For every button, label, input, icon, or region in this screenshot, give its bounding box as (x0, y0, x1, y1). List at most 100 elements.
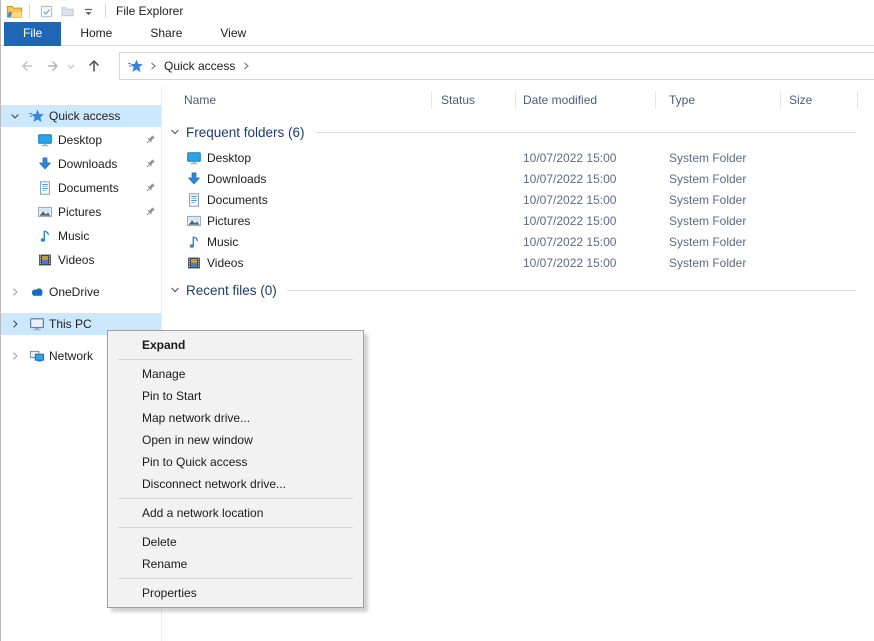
group-label: Recent files (0) (186, 283, 277, 298)
customize-quick-access-toolbar-icon[interactable] (81, 4, 96, 19)
menu-item-add-network-location[interactable]: Add a network location (110, 502, 361, 524)
sidebar-item-quick-access[interactable]: Quick access (1, 105, 161, 127)
up-button[interactable] (85, 57, 103, 75)
menu-item-manage[interactable]: Manage (110, 363, 361, 385)
file-row-desktop[interactable]: Desktop 10/07/2022 15:00 System Folder (162, 148, 874, 169)
column-separator (780, 91, 781, 109)
chevron-right-icon[interactable] (9, 286, 21, 298)
breadcrumb-chevron-icon[interactable] (148, 61, 158, 71)
downloads-icon (186, 171, 202, 187)
title-bar: File Explorer (1, 0, 874, 22)
group-header-recent-files[interactable]: Recent files (0) (169, 280, 856, 300)
file-type: System Folder (669, 151, 746, 165)
file-name: Pictures (207, 214, 250, 228)
back-button[interactable] (18, 57, 36, 75)
menu-separator (118, 527, 353, 528)
menu-item-properties[interactable]: Properties (110, 582, 361, 604)
file-type: System Folder (669, 256, 746, 270)
forward-button[interactable] (44, 57, 62, 75)
quick-access-star-icon (29, 108, 45, 124)
new-folder-quick-button-disabled[interactable] (60, 4, 75, 19)
file-row-music[interactable]: Music 10/07/2022 15:00 System Folder (162, 232, 874, 253)
sidebar-item-label: Network (49, 349, 93, 363)
sidebar-item-label: OneDrive (49, 285, 100, 299)
file-row-pictures[interactable]: Pictures 10/07/2022 15:00 System Folder (162, 211, 874, 232)
address-bar[interactable]: Quick access (119, 52, 874, 80)
column-header-type[interactable]: Type (669, 93, 695, 107)
file-date-modified: 10/07/2022 15:00 (523, 151, 616, 165)
menu-item-disconnect-network-drive[interactable]: Disconnect network drive... (110, 473, 361, 495)
pictures-icon (37, 204, 53, 220)
group-header-rule (315, 132, 856, 133)
pin-icon (143, 205, 157, 219)
this-pc-icon (29, 316, 45, 332)
file-row-videos[interactable]: Videos 10/07/2022 15:00 System Folder (162, 253, 874, 274)
column-header-size[interactable]: Size (789, 93, 812, 107)
tab-view[interactable]: View (201, 22, 265, 46)
column-header-row: Name Status Date modified Type Size (162, 86, 874, 114)
context-menu-this-pc: Expand Manage Pin to Start Map network d… (107, 330, 364, 608)
sidebar-item-label: Music (58, 229, 89, 243)
documents-icon (186, 192, 202, 208)
sidebar-item-label: Desktop (58, 133, 102, 147)
tab-share[interactable]: Share (131, 22, 201, 46)
documents-icon (37, 180, 53, 196)
desktop-icon (37, 132, 53, 148)
properties-quick-button[interactable] (39, 4, 54, 19)
tab-file[interactable]: File (4, 22, 61, 46)
music-icon (37, 228, 53, 244)
downloads-icon (37, 156, 53, 172)
file-date-modified: 10/07/2022 15:00 (523, 214, 616, 228)
videos-icon (37, 252, 53, 268)
sidebar-item-downloads[interactable]: Downloads (1, 153, 161, 175)
sidebar-item-desktop[interactable]: Desktop (1, 129, 161, 151)
menu-separator (118, 498, 353, 499)
pin-icon (143, 157, 157, 171)
column-header-name[interactable]: Name (184, 93, 216, 107)
menu-item-expand[interactable]: Expand (110, 334, 361, 356)
sidebar-item-music[interactable]: Music (1, 225, 161, 247)
sidebar-item-label: Documents (58, 181, 119, 195)
column-header-status[interactable]: Status (441, 93, 475, 107)
file-type: System Folder (669, 172, 746, 186)
pin-icon (143, 181, 157, 195)
sidebar-item-pictures[interactable]: Pictures (1, 201, 161, 223)
breadcrumb-quick-access[interactable]: Quick access (164, 59, 235, 73)
menu-item-map-network-drive[interactable]: Map network drive... (110, 407, 361, 429)
sidebar-item-onedrive[interactable]: OneDrive (1, 281, 161, 303)
titlebar-separator (29, 4, 30, 18)
file-type: System Folder (669, 235, 746, 249)
breadcrumb-chevron-icon[interactable] (241, 61, 251, 71)
file-row-documents[interactable]: Documents 10/07/2022 15:00 System Folder (162, 190, 874, 211)
column-separator (431, 91, 432, 109)
chevron-down-icon[interactable] (169, 284, 181, 296)
menu-item-pin-to-start[interactable]: Pin to Start (110, 385, 361, 407)
file-date-modified: 10/07/2022 15:00 (523, 256, 616, 270)
chevron-right-icon[interactable] (9, 318, 21, 330)
chevron-right-icon[interactable] (9, 350, 21, 362)
chevron-down-icon[interactable] (169, 126, 181, 138)
menu-item-delete[interactable]: Delete (110, 531, 361, 553)
group-label: Frequent folders (6) (186, 125, 305, 140)
column-header-date-modified[interactable]: Date modified (523, 93, 597, 107)
group-header-frequent-folders[interactable]: Frequent folders (6) (169, 122, 856, 142)
file-row-downloads[interactable]: Downloads 10/07/2022 15:00 System Folder (162, 169, 874, 190)
chevron-down-icon[interactable] (9, 110, 21, 122)
videos-icon (186, 255, 202, 271)
menu-item-open-in-new-window[interactable]: Open in new window (110, 429, 361, 451)
file-type: System Folder (669, 214, 746, 228)
sidebar-item-label: Videos (58, 253, 94, 267)
desktop-icon (186, 150, 202, 166)
tab-home[interactable]: Home (61, 22, 131, 46)
sidebar-item-label: This PC (49, 317, 92, 331)
sidebar-item-documents[interactable]: Documents (1, 177, 161, 199)
menu-item-pin-to-quick-access[interactable]: Pin to Quick access (110, 451, 361, 473)
sidebar-item-videos[interactable]: Videos (1, 249, 161, 271)
column-separator (857, 91, 858, 109)
quick-access-star-icon (128, 58, 144, 74)
ribbon-tab-bar: File Home Share View (1, 22, 874, 46)
recent-locations-dropdown[interactable] (65, 57, 77, 75)
menu-item-rename[interactable]: Rename (110, 553, 361, 575)
sidebar-item-label: Quick access (49, 109, 120, 123)
file-name: Desktop (207, 151, 251, 165)
